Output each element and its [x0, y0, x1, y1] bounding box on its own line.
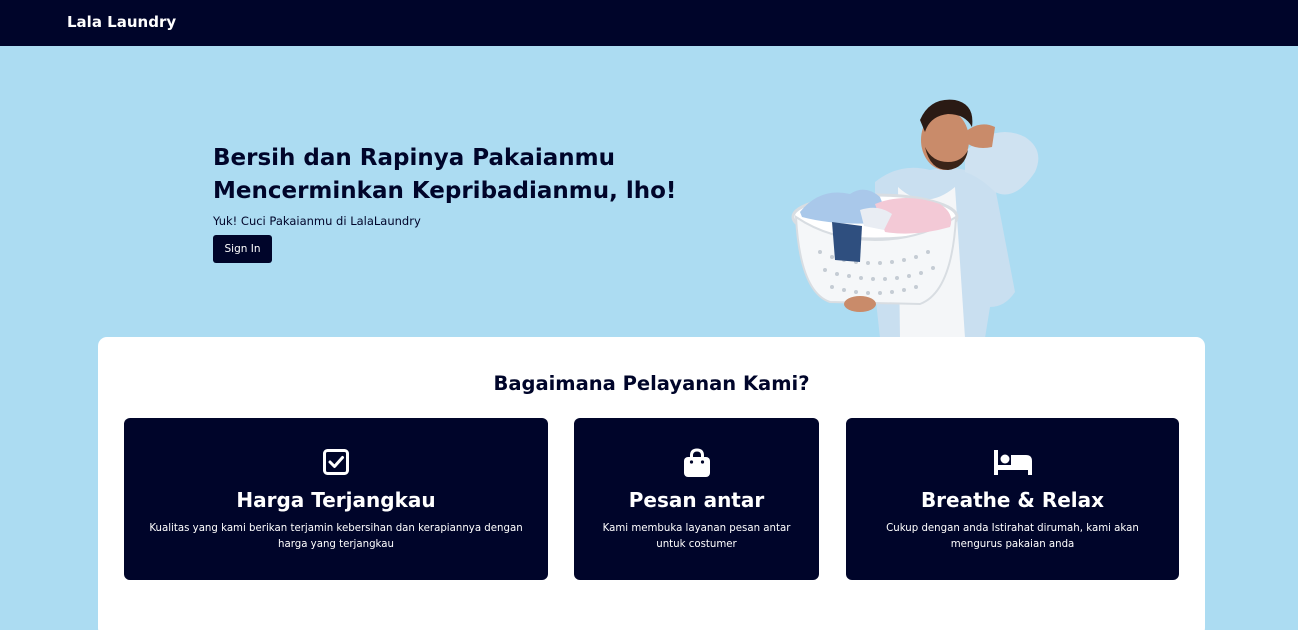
services-section: Bagaimana Pelayanan Kami? Harga Terjangk…	[98, 337, 1205, 630]
shopping-bag-icon	[574, 448, 819, 478]
check-square-icon	[124, 448, 548, 478]
service-card-title: Breathe & Relax	[920, 488, 1105, 512]
services-title: Bagaimana Pelayanan Kami?	[493, 372, 810, 395]
hero-title-line-1: Bersih dan Rapinya Pakaianmu	[213, 145, 615, 171]
service-card-delivery: Pesan antar Kami membuka layanan pesan a…	[574, 418, 819, 580]
hero-title-line-2: Mencerminkan Kepribadianmu, lho!	[213, 178, 677, 204]
man-with-laundry-basket-illustration	[791, 99, 1039, 338]
service-card-title: Pesan antar	[628, 488, 765, 512]
service-card-description: Kualitas yang kami berikan terjamin kebe…	[149, 523, 523, 550]
navbar: Lala Laundry	[0, 0, 1298, 46]
bed-icon	[846, 448, 1179, 478]
service-card-relax: Breathe & Relax Cukup dengan anda Istira…	[846, 418, 1179, 580]
brand-link[interactable]: Lala Laundry	[67, 12, 176, 32]
service-card-affordable: Harga Terjangkau Kualitas yang kami beri…	[124, 418, 548, 580]
sign-in-button[interactable]: Sign In	[213, 235, 272, 263]
service-card-description: Kami membuka layanan pesan antar untuk c…	[602, 523, 791, 550]
service-card-description: Cukup dengan anda Istirahat dirumah, kam…	[886, 523, 1139, 550]
hero-title: Bersih dan Rapinya Pakaianmu Mencerminka…	[213, 142, 733, 208]
hero-subtitle: Yuk! Cuci Pakaianmu di LalaLaundry	[213, 214, 421, 228]
service-card-title: Harga Terjangkau	[236, 488, 436, 512]
